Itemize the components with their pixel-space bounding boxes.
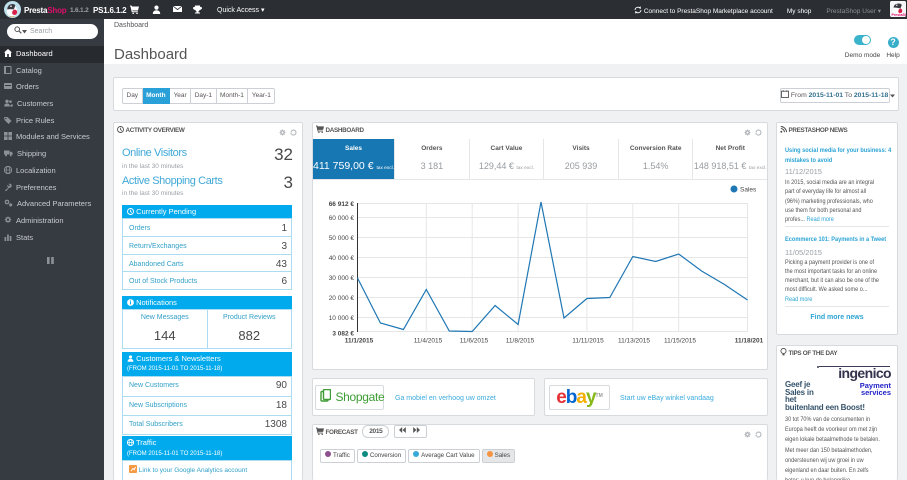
svg-text:20 000 €: 20 000 € (329, 295, 355, 302)
svg-text:30 000 €: 30 000 € (329, 275, 355, 282)
svg-text:60 000 €: 60 000 € (329, 215, 355, 222)
svg-text:11/8/2015: 11/8/2015 (506, 338, 535, 345)
svg-text:3 082 €: 3 082 € (332, 331, 354, 338)
svg-text:11/13/2015: 11/13/2015 (618, 338, 650, 345)
svg-text:PrestaShop: PrestaShop (892, 13, 907, 17)
svg-text:40 000 €: 40 000 € (329, 255, 355, 262)
svg-text:66 912 €: 66 912 € (329, 201, 355, 208)
svg-text:10 000 €: 10 000 € (329, 315, 355, 322)
svg-text:11/4/2015: 11/4/2015 (414, 338, 443, 345)
svg-text:11/1/2015: 11/1/2015 (345, 338, 374, 345)
svg-text:Sales: Sales (740, 187, 757, 194)
svg-text:11/11/2015: 11/11/2015 (572, 338, 604, 345)
svg-text:11/15/2015: 11/15/2015 (664, 338, 696, 345)
svg-text:50 000 €: 50 000 € (329, 235, 355, 242)
svg-text:11/6/2015: 11/6/2015 (460, 338, 489, 345)
svg-text:11/18/201: 11/18/201 (735, 338, 764, 345)
